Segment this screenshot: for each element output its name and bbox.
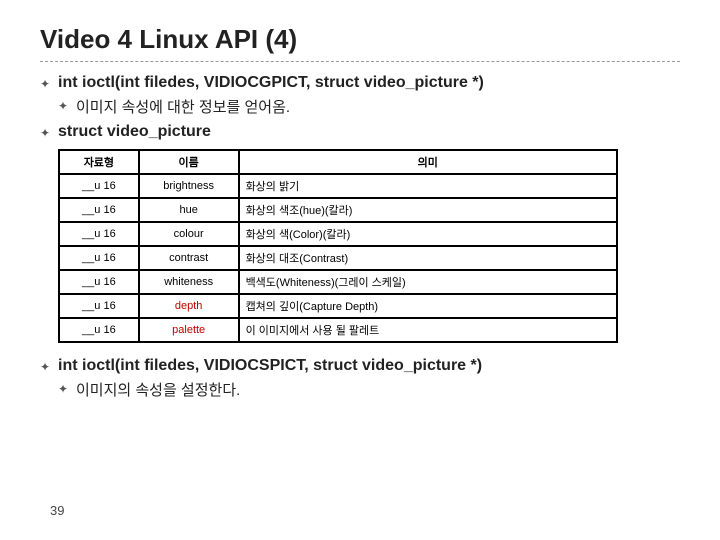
th-desc: 의미 xyxy=(239,150,617,174)
table-row: __u 16colour화상의 색(Color)(칼라) xyxy=(59,222,617,246)
bullet-3-text: int ioctl(int filedes, VIDIOCSPICT, stru… xyxy=(58,357,482,375)
cell-name: colour xyxy=(139,222,239,246)
bullet-3-sub: ✦ 이미지의 속성을 설정한다. xyxy=(58,379,680,400)
cell-name: whiteness xyxy=(139,270,239,294)
cell-name: hue xyxy=(139,198,239,222)
cell-desc: 캡쳐의 깊이(Capture Depth) xyxy=(239,294,617,318)
th-name: 이름 xyxy=(139,150,239,174)
cell-desc: 화상의 색조(hue)(칼라) xyxy=(239,198,617,222)
cell-desc: 화상의 색(Color)(칼라) xyxy=(239,222,617,246)
bullet-icon: ✦ xyxy=(58,99,70,113)
table-row: __u 16depth캡쳐의 깊이(Capture Depth) xyxy=(59,294,617,318)
cell-type: __u 16 xyxy=(59,294,139,318)
cell-type: __u 16 xyxy=(59,318,139,342)
bullet-icon: ✦ xyxy=(58,382,70,396)
table-row: __u 16palette이 이미지에서 사용 될 팔레트 xyxy=(59,318,617,342)
cell-desc: 화상의 밝기 xyxy=(239,174,617,198)
bullet-1-text: int ioctl(int filedes, VIDIOCGPICT, stru… xyxy=(58,74,484,92)
cell-type: __u 16 xyxy=(59,198,139,222)
cell-name: contrast xyxy=(139,246,239,270)
table-row: __u 16hue화상의 색조(hue)(칼라) xyxy=(59,198,617,222)
cell-type: __u 16 xyxy=(59,246,139,270)
cell-type: __u 16 xyxy=(59,270,139,294)
table-row: __u 16brightness화상의 밝기 xyxy=(59,174,617,198)
th-type: 자료형 xyxy=(59,150,139,174)
bullet-icon: ✦ xyxy=(40,126,52,140)
page-title: Video 4 Linux API (4) xyxy=(40,24,680,55)
bullet-3: ✦ int ioctl(int filedes, VIDIOCSPICT, st… xyxy=(40,357,680,375)
bullet-icon: ✦ xyxy=(40,360,52,374)
bullet-3-sub-text: 이미지의 속성을 설정한다. xyxy=(76,379,240,400)
cell-name: depth xyxy=(139,294,239,318)
page-number: 39 xyxy=(50,503,64,518)
bullet-icon: ✦ xyxy=(40,77,52,91)
table-row: __u 16contrast화상의 대조(Contrast) xyxy=(59,246,617,270)
bullet-2-text: struct video_picture xyxy=(58,123,211,141)
table-row: __u 16whiteness백색도(Whiteness)(그레이 스케일) xyxy=(59,270,617,294)
cell-desc: 화상의 대조(Contrast) xyxy=(239,246,617,270)
table-header-row: 자료형 이름 의미 xyxy=(59,150,617,174)
cell-name: brightness xyxy=(139,174,239,198)
cell-name: palette xyxy=(139,318,239,342)
cell-desc: 이 이미지에서 사용 될 팔레트 xyxy=(239,318,617,342)
struct-table-wrap: 자료형 이름 의미 __u 16brightness화상의 밝기__u 16hu… xyxy=(58,149,680,343)
bullet-2: ✦ struct video_picture xyxy=(40,123,680,141)
bullet-1: ✦ int ioctl(int filedes, VIDIOCGPICT, st… xyxy=(40,74,680,92)
cell-desc: 백색도(Whiteness)(그레이 스케일) xyxy=(239,270,617,294)
cell-type: __u 16 xyxy=(59,174,139,198)
bullet-1-sub: ✦ 이미지 속성에 대한 정보를 얻어옴. xyxy=(58,96,680,117)
cell-type: __u 16 xyxy=(59,222,139,246)
bullet-1-sub-text: 이미지 속성에 대한 정보를 얻어옴. xyxy=(76,96,290,117)
title-divider xyxy=(40,61,680,62)
struct-table: 자료형 이름 의미 __u 16brightness화상의 밝기__u 16hu… xyxy=(58,149,618,343)
